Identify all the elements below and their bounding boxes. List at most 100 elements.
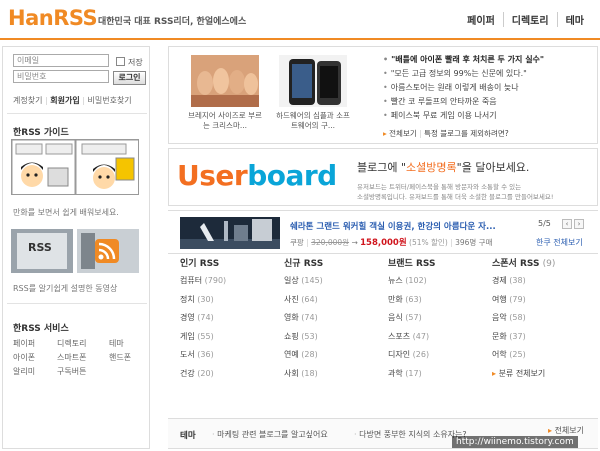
userboard-banner[interactable]: Userboard 블로그에 "소셜방명록"을 달아보세요. 유저보드는 트위터… bbox=[168, 148, 598, 206]
service-subscribe-button[interactable]: 구독버튼 bbox=[57, 366, 109, 377]
sponsor-rss-title: 스폰서 RSS (9) bbox=[492, 259, 556, 269]
featured-headline[interactable]: • "배틀에 아이폰 빨래 후 처치른 두 가지 실수" bbox=[383, 54, 544, 65]
divider bbox=[7, 113, 147, 114]
rss-category[interactable]: 음식 (57) bbox=[388, 312, 492, 331]
rss-category[interactable]: 과학 (17) bbox=[388, 368, 492, 387]
deal-more-link[interactable]: 한쿠 전체보기 bbox=[536, 237, 583, 248]
brand-rss-title: 브랜드 RSS bbox=[388, 259, 436, 269]
rss-category[interactable]: 컴퓨터 (790) bbox=[180, 275, 284, 294]
popular-rss-column: 인기 RSS 컴퓨터 (790) 정치 (30) 경영 (74) 게임 (55)… bbox=[180, 256, 284, 386]
save-login-checkbox[interactable] bbox=[116, 57, 125, 66]
theme-item[interactable]: · 마케팅 관련 블로그를 알고싶어요 bbox=[212, 429, 328, 440]
rss-category[interactable]: 쇼핑 (53) bbox=[284, 331, 388, 350]
featured-box: 브레지어 사이즈로 부르는 크리스마... 하드웨어의 심플과 소프트웨어의 구… bbox=[168, 46, 598, 144]
deal-title[interactable]: 쉐라톤 그랜드 워커힐 객실 이용권, 한강의 아름다운 자... bbox=[290, 220, 496, 232]
site-slogan: 대한민국 대표 RSS리더, 한얼에스에스 bbox=[98, 17, 247, 27]
guide-comic-caption[interactable]: 만화를 보면서 쉽게 배워보세요. bbox=[13, 207, 119, 218]
news-item[interactable]: • 페이스북 무료 게임 이용 나서기 bbox=[383, 110, 497, 121]
news-item[interactable]: • 빨간 코 루돌프의 안타까운 죽음 bbox=[383, 96, 497, 107]
userboard-logo: Userboard bbox=[177, 159, 337, 192]
triangle-icon: ▸ bbox=[492, 368, 497, 378]
service-notifier[interactable]: 알리미 bbox=[13, 366, 57, 377]
link-find-account[interactable]: 계정찾기 bbox=[13, 96, 42, 105]
featured-thumb-2[interactable] bbox=[279, 55, 347, 107]
featured-thumb-1-caption[interactable]: 브레지어 사이즈로 부르는 크리스마... bbox=[185, 111, 265, 131]
rss-category[interactable]: 영화 (74) bbox=[284, 312, 388, 331]
featured-more-link[interactable]: 전체보기 bbox=[389, 129, 417, 138]
rss-category[interactable]: 문화 (37) bbox=[492, 331, 596, 350]
rss-more-row: ▸ 분류 전체보기 bbox=[492, 368, 596, 387]
login-button[interactable]: 로그인 bbox=[113, 71, 146, 85]
rss-category[interactable]: 연예 (28) bbox=[284, 349, 388, 368]
service-iphone[interactable]: 아이폰 bbox=[13, 352, 57, 363]
main-content: 브레지어 사이즈로 부르는 크리스마... 하드웨어의 심플과 소프트웨어의 구… bbox=[160, 46, 598, 449]
link-find-password[interactable]: 비밀번호찾기 bbox=[88, 96, 132, 105]
rss-category[interactable]: 뉴스 (102) bbox=[388, 275, 492, 294]
rss-category[interactable]: 경영 (74) bbox=[180, 312, 284, 331]
userboard-desc-1: 유저보드는 트위터/페이스북을 통해 방문자와 소통할 수 있는 bbox=[357, 183, 522, 191]
theme-item[interactable]: · 다방면 풍부한 지식의 소유자는? bbox=[354, 429, 467, 440]
save-login-label: 저장 bbox=[128, 58, 143, 67]
featured-more-row: ▸ 전체보기 | 특정 블로그를 제외하려면? bbox=[383, 129, 509, 138]
rss-category[interactable]: 게임 (55) bbox=[180, 331, 284, 350]
watermark: http://wiinemo.tistory.com bbox=[452, 436, 578, 448]
deal-price-row: 쿠팡 | 320,000원 → 158,000원 (51% 할인) | 396명… bbox=[290, 238, 493, 248]
rss-category[interactable]: 사진 (64) bbox=[284, 294, 388, 313]
new-rss-column: 신규 RSS 일상 (145) 사진 (64) 영화 (74) 쇼핑 (53) … bbox=[284, 256, 388, 386]
exclude-blog-link[interactable]: 특정 블로그를 제외하려면? bbox=[424, 129, 509, 138]
deal-box: 쉐라톤 그랜드 워커힐 객실 이용권, 한강의 아름다운 자... 쿠팡 | 3… bbox=[168, 210, 598, 254]
service-directory[interactable]: 디렉토리 bbox=[57, 338, 109, 349]
link-signup[interactable]: 회원가입 bbox=[50, 96, 79, 105]
rss-category[interactable]: 만화 (63) bbox=[388, 294, 492, 313]
news-item[interactable]: • 아름스토어는 원래 이렇게 배송이 늦나 bbox=[383, 82, 519, 93]
service-paper[interactable]: 페이퍼 bbox=[13, 338, 57, 349]
rss-category[interactable]: 경제 (38) bbox=[492, 275, 596, 294]
rss-category[interactable]: 도서 (36) bbox=[180, 349, 284, 368]
svg-text:RSS: RSS bbox=[28, 241, 52, 254]
nav-paper[interactable]: 페이퍼 bbox=[459, 12, 503, 27]
rss-category[interactable]: 여행 (79) bbox=[492, 294, 596, 313]
divider bbox=[7, 303, 147, 304]
brand-rss-column: 브랜드 RSS 뉴스 (102) 만화 (63) 음식 (57) 스포츠 (47… bbox=[388, 256, 492, 386]
service-phone[interactable]: 핸드폰 bbox=[109, 352, 145, 363]
left-sidebar: 이메일 비밀번호 저장 로그인 계정찾기 | 회원가입 | 비밀번호찾기 한RS… bbox=[2, 46, 150, 449]
top-nav: 페이퍼 디렉토리 테마 bbox=[459, 12, 592, 27]
password-field[interactable]: 비밀번호 bbox=[13, 70, 109, 83]
rss-category[interactable]: 사회 (18) bbox=[284, 368, 388, 387]
deal-next-button[interactable]: › bbox=[574, 219, 584, 229]
rss-video-image[interactable]: RSS bbox=[11, 229, 139, 273]
deal-image[interactable] bbox=[180, 217, 280, 249]
rss-category[interactable]: 건강 (20) bbox=[180, 368, 284, 387]
site-logo[interactable]: HanRSS bbox=[8, 6, 98, 30]
services-title: 한RSS 서비스 bbox=[13, 324, 69, 334]
triangle-icon: ▸ bbox=[383, 129, 387, 138]
nav-directory[interactable]: 디렉토리 bbox=[502, 12, 557, 27]
deal-page-indicator: 5/5 bbox=[538, 219, 551, 228]
rss-category[interactable]: 디자인 (26) bbox=[388, 349, 492, 368]
featured-thumb-2-caption[interactable]: 하드웨어의 심플과 소프트웨어의 구... bbox=[273, 111, 353, 131]
site-header: HanRSS 대한민국 대표 RSS리더, 한얼에스에스 페이퍼 디렉토리 테마 bbox=[0, 0, 600, 40]
theme-more-link[interactable]: ▸ 전체보기 bbox=[548, 425, 584, 436]
rss-category[interactable]: 정치 (30) bbox=[180, 294, 284, 313]
popular-rss-title: 인기 RSS bbox=[180, 259, 220, 269]
guide-title: 한RSS 가이드 bbox=[13, 128, 69, 138]
rss-category[interactable]: 스포츠 (47) bbox=[388, 331, 492, 350]
nav-theme[interactable]: 테마 bbox=[556, 12, 592, 27]
rss-category[interactable]: 일상 (145) bbox=[284, 275, 388, 294]
service-theme[interactable]: 테마 bbox=[109, 338, 145, 349]
rss-category[interactable]: 음악 (58) bbox=[492, 312, 596, 331]
services-list: 페이퍼 디렉토리 테마 아이폰 스마트폰 핸드폰 알리미 구독버튼 bbox=[13, 338, 145, 377]
rss-more-link[interactable]: 분류 전체보기 bbox=[499, 369, 546, 378]
service-smartphone[interactable]: 스마트폰 bbox=[57, 352, 109, 363]
rss-video-caption[interactable]: RSS를 알기쉽게 설명한 동영상 bbox=[13, 283, 117, 294]
theme-label: 테마 bbox=[180, 431, 196, 441]
email-field[interactable]: 이메일 bbox=[13, 54, 109, 67]
deal-prev-button[interactable]: ‹ bbox=[562, 219, 572, 229]
featured-thumb-1[interactable] bbox=[191, 55, 259, 107]
sponsor-rss-column: 스폰서 RSS (9) 경제 (38) 여행 (79) 음악 (58) 문화 (… bbox=[492, 256, 596, 386]
news-item[interactable]: • "모든 고급 정보의 99%는 신문에 있다." bbox=[383, 68, 527, 79]
userboard-tagline: 블로그에 "소셜방명록"을 달아보세요. bbox=[357, 161, 530, 174]
rss-category[interactable]: 어학 (25) bbox=[492, 349, 596, 368]
guide-comic-image[interactable] bbox=[11, 139, 139, 195]
new-rss-title: 신규 RSS bbox=[284, 259, 324, 269]
